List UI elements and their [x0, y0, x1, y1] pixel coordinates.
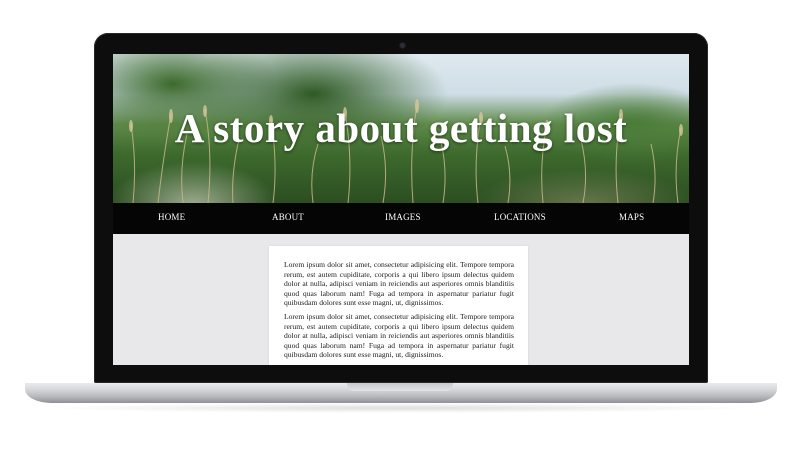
nav-item-about[interactable]: ABOUT: [272, 212, 304, 222]
nav-item-maps[interactable]: MAPS: [619, 212, 644, 222]
hero-banner: A story about getting lost: [113, 54, 689, 203]
content-card: Lorem ipsum dolor sit amet, consectetur …: [269, 246, 528, 365]
laptop-notch: [347, 383, 453, 391]
browser-viewport: A story about getting lost HOME ABOUT IM…: [113, 54, 689, 365]
camera-icon: [400, 43, 405, 48]
nav-item-images[interactable]: IMAGES: [385, 212, 421, 222]
nav-item-home[interactable]: HOME: [158, 212, 185, 222]
hero-title: A story about getting lost: [174, 105, 628, 151]
laptop-bezel: A story about getting lost HOME ABOUT IM…: [94, 33, 708, 383]
laptop-shadow: [40, 403, 760, 413]
main-navigation: HOME ABOUT IMAGES LOCATIONS MAPS: [113, 203, 689, 234]
laptop-base: [25, 383, 777, 403]
content-paragraph: Lorem ipsum dolor sit amet, consectetur …: [284, 260, 514, 308]
nav-item-locations[interactable]: LOCATIONS: [494, 212, 546, 222]
content-paragraph: Lorem ipsum dolor sit amet, consectetur …: [284, 312, 514, 360]
